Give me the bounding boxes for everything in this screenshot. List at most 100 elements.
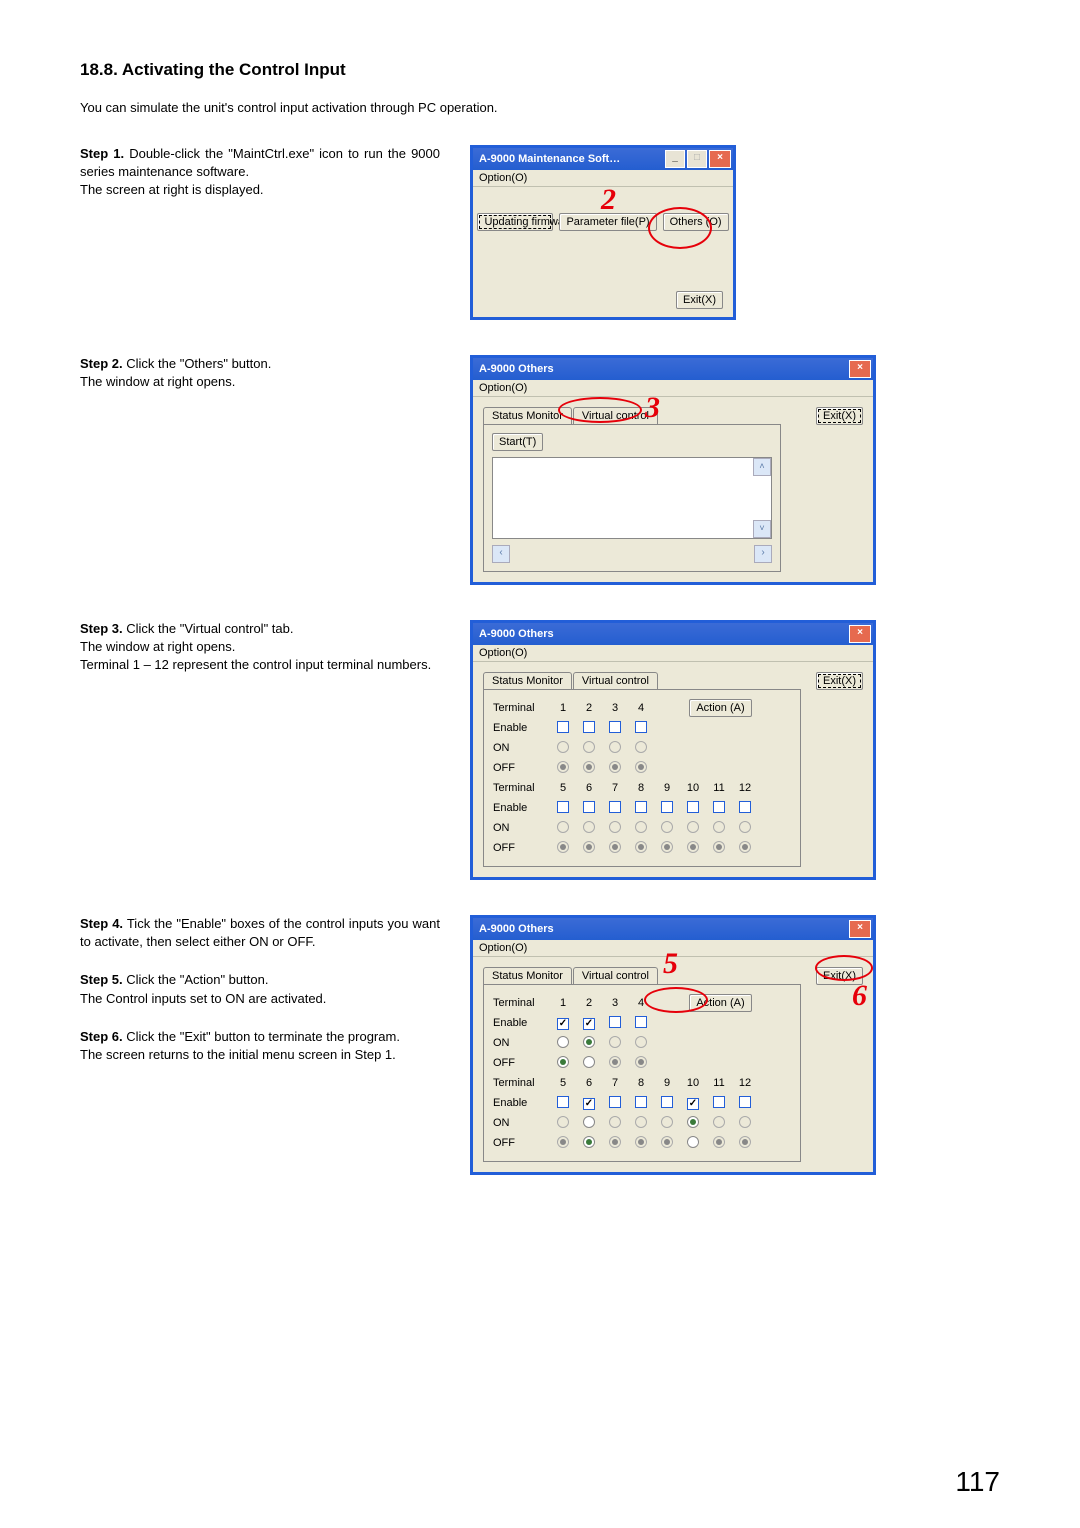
scroll-left-button[interactable]: ‹ [492,545,510,563]
on-radio[interactable] [635,741,647,753]
enable-checkbox[interactable] [583,721,595,733]
on-radio[interactable] [609,741,621,753]
enable-checkbox[interactable]: ✓ [583,1018,595,1030]
off-radio[interactable] [557,1056,569,1068]
off-radio[interactable] [635,1136,647,1148]
enable-checkbox[interactable] [661,801,673,813]
off-radio[interactable] [583,1136,595,1148]
enable-checkbox[interactable] [557,1096,569,1108]
enable-checkbox[interactable] [739,1096,751,1108]
updating-firmware-button[interactable]: Updating firmware(U) [477,213,553,231]
maximize-button[interactable]: □ [687,150,707,168]
on-radio[interactable] [557,1116,569,1128]
off-radio[interactable] [609,761,621,773]
enable-checkbox[interactable] [609,1096,621,1108]
close-button[interactable]: × [849,625,871,643]
on-radio[interactable] [635,821,647,833]
action-button[interactable]: Action (A) [689,994,751,1012]
on-radio[interactable] [557,741,569,753]
on-radio[interactable] [557,821,569,833]
off-radio[interactable] [713,1136,725,1148]
on-radio[interactable] [583,741,595,753]
on-radio[interactable] [739,821,751,833]
scroll-down-button[interactable]: ˅ [753,520,771,538]
tab-status-monitor[interactable]: Status Monitor [483,672,572,689]
scroll-up-button[interactable]: ˄ [753,458,771,476]
on-radio[interactable] [557,1036,569,1048]
off-radio[interactable] [557,841,569,853]
enable-checkbox[interactable] [713,1096,725,1108]
tab-virtual-control[interactable]: Virtual control [573,407,658,424]
enable-checkbox[interactable]: ✓ [583,1098,595,1110]
on-radio[interactable] [687,821,699,833]
menu-option[interactable]: Option(O) [479,647,527,659]
enable-checkbox[interactable] [687,801,699,813]
enable-checkbox[interactable] [713,801,725,813]
off-radio[interactable] [583,841,595,853]
off-radio[interactable] [635,761,647,773]
menu-option[interactable]: Option(O) [479,172,527,184]
enable-checkbox[interactable] [609,1016,621,1028]
enable-checkbox[interactable] [583,801,595,813]
off-radio[interactable] [687,1136,699,1148]
on-radio[interactable] [583,821,595,833]
enable-checkbox[interactable] [635,1096,647,1108]
off-radio[interactable] [635,1056,647,1068]
enable-checkbox[interactable] [635,1016,647,1028]
off-radio[interactable] [635,841,647,853]
tab-virtual-control[interactable]: Virtual control [573,672,658,689]
on-radio[interactable] [609,821,621,833]
menu-option[interactable]: Option(O) [479,382,527,394]
off-radio[interactable] [739,841,751,853]
tab-status-monitor[interactable]: Status Monitor [483,967,572,984]
exit-button[interactable]: Exit(X) [676,291,723,309]
on-radio[interactable] [635,1036,647,1048]
on-radio[interactable] [713,1116,725,1128]
on-radio[interactable] [583,1116,595,1128]
on-radio[interactable] [609,1036,621,1048]
parameter-file-button[interactable]: Parameter file(P) [559,213,656,231]
scroll-right-button[interactable]: › [754,545,772,563]
tab-status-monitor[interactable]: Status Monitor [483,407,572,424]
exit-button[interactable]: Exit(X) [816,672,863,690]
enable-checkbox[interactable] [635,721,647,733]
off-radio[interactable] [609,1056,621,1068]
enable-checkbox[interactable] [609,801,621,813]
off-radio[interactable] [661,1136,673,1148]
action-button[interactable]: Action (A) [689,699,751,717]
close-button[interactable]: × [849,360,871,378]
on-radio[interactable] [661,821,673,833]
enable-checkbox[interactable]: ✓ [687,1098,699,1110]
enable-checkbox[interactable]: ✓ [557,1018,569,1030]
off-radio[interactable] [739,1136,751,1148]
off-radio[interactable] [713,841,725,853]
tab-virtual-control[interactable]: Virtual control [573,967,658,984]
close-button[interactable]: × [709,150,731,168]
enable-checkbox[interactable] [739,801,751,813]
on-radio[interactable] [583,1036,595,1048]
off-radio[interactable] [557,761,569,773]
on-radio[interactable] [739,1116,751,1128]
start-button[interactable]: Start(T) [492,433,543,451]
enable-checkbox[interactable] [557,801,569,813]
on-radio[interactable] [687,1116,699,1128]
on-radio[interactable] [635,1116,647,1128]
on-radio[interactable] [609,1116,621,1128]
off-radio[interactable] [583,761,595,773]
enable-checkbox[interactable] [635,801,647,813]
off-radio[interactable] [609,841,621,853]
enable-checkbox[interactable] [557,721,569,733]
off-radio[interactable] [661,841,673,853]
off-radio[interactable] [557,1136,569,1148]
off-radio[interactable] [609,1136,621,1148]
exit-button[interactable]: Exit(X) [816,407,863,425]
enable-checkbox[interactable] [661,1096,673,1108]
on-radio[interactable] [713,821,725,833]
off-radio[interactable] [583,1056,595,1068]
close-button[interactable]: × [849,920,871,938]
menu-option[interactable]: Option(O) [479,942,527,954]
on-radio[interactable] [661,1116,673,1128]
minimize-button[interactable]: _ [665,150,685,168]
exit-button[interactable]: Exit(X) [816,967,863,985]
off-radio[interactable] [687,841,699,853]
